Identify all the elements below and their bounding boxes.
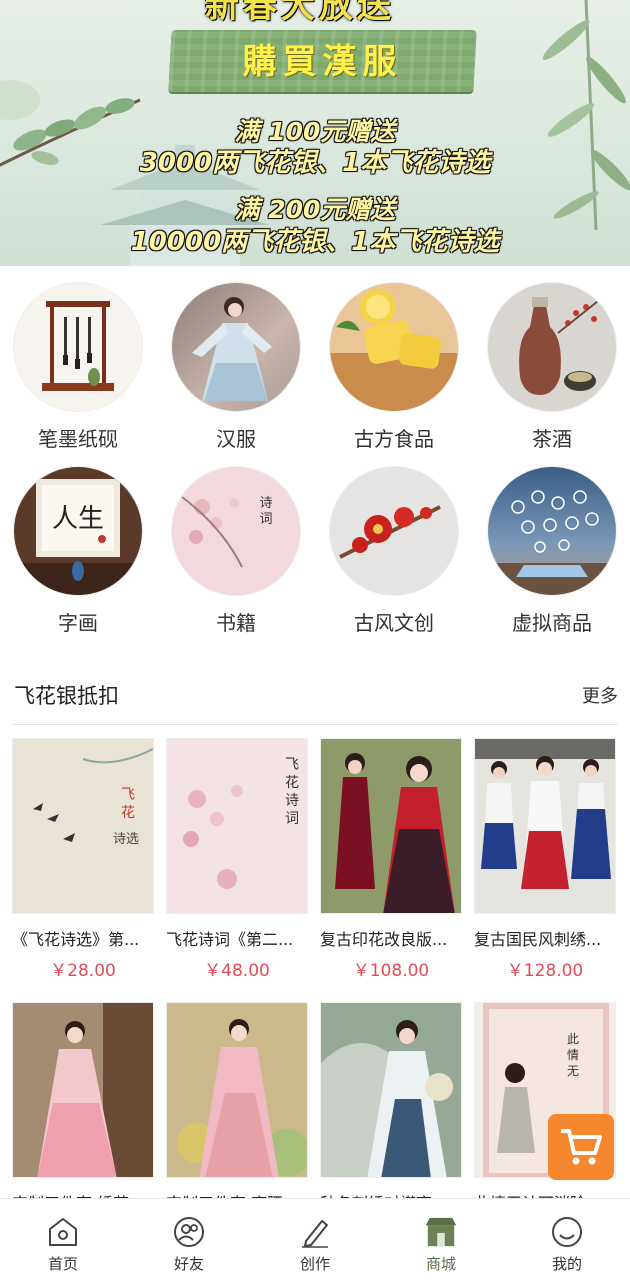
- tab-label: 商城: [425, 1255, 456, 1273]
- product-price: ￥108.00: [352, 961, 430, 981]
- product-card[interactable]: 飞 花 诗 词 飞花诗词《第二... ￥48.00: [166, 738, 308, 981]
- svg-text:诗: 诗: [285, 793, 299, 809]
- svg-text:词: 词: [285, 811, 299, 827]
- category-label: 古风文创: [354, 611, 434, 635]
- shopping-cart-icon: [561, 1129, 602, 1165]
- svg-text:无: 无: [567, 1064, 579, 1078]
- product-image: [474, 738, 616, 914]
- product-price: ￥48.00: [204, 961, 270, 981]
- tab-store[interactable]: 商城: [378, 1199, 504, 1280]
- category-label: 古方食品: [354, 427, 434, 451]
- category-label: 汉服: [216, 427, 256, 451]
- home-icon: [46, 1215, 80, 1249]
- svg-text:诗选: 诗选: [113, 832, 139, 847]
- section-divider: [12, 724, 618, 725]
- product-image: [320, 1002, 462, 1178]
- product-card[interactable]: 复古印花改良版... ￥108.00: [320, 738, 462, 981]
- product-name: 《飞花诗选》第...: [12, 930, 140, 949]
- tea-wine-photo: [488, 283, 616, 411]
- brush-rack-photo: [14, 283, 142, 411]
- product-image: [12, 1002, 154, 1178]
- svg-text:此: 此: [567, 1032, 579, 1046]
- category-crafts[interactable]: 古风文创: [329, 467, 459, 636]
- tab-home[interactable]: 首页: [0, 1199, 126, 1280]
- product-image: 飞 花 诗 词: [166, 738, 308, 914]
- product-card[interactable]: 复古国民风刺绣... ￥128.00: [474, 738, 616, 981]
- banner-top-title: 新春大放送: [205, 0, 395, 26]
- tab-create[interactable]: 创作: [252, 1199, 378, 1280]
- tab-label: 我的: [551, 1255, 582, 1273]
- product-image: [166, 1002, 308, 1178]
- svg-text:情: 情: [567, 1048, 579, 1062]
- store-page: 新春大放送 購買漢服 满 100元赠送 3000两飞花银、1本飞花诗选 满 20…: [0, 0, 630, 1280]
- category-label: 书籍: [216, 611, 256, 635]
- promo1-detail: 3000两飞花银、1本飞花诗选: [139, 148, 491, 178]
- tab-label: 创作: [299, 1255, 330, 1273]
- category-label: 虚拟商品: [512, 611, 592, 635]
- product-card[interactable]: 宋制三件套 绣花...: [12, 1002, 154, 1214]
- profile-icon: [550, 1215, 584, 1249]
- banner-plaque-text: 購買漢服: [242, 42, 403, 82]
- svg-text:飞: 飞: [121, 787, 135, 803]
- virtual-goods-photo: [488, 467, 616, 595]
- more-link[interactable]: 更多: [582, 682, 618, 708]
- product-card[interactable]: 此 情 无 此情无计可消除...: [474, 1002, 616, 1214]
- category-food[interactable]: 古方食品: [329, 283, 459, 452]
- store-icon: [424, 1215, 458, 1249]
- category-label: 字画: [58, 611, 98, 635]
- craft-photo: [330, 467, 458, 595]
- product-price: ￥128.00: [506, 961, 584, 981]
- promo2-detail: 10000两飞花银、1本飞花诗选: [130, 227, 500, 257]
- product-image: [320, 738, 462, 914]
- tab-friends[interactable]: 好友: [126, 1199, 252, 1280]
- promo-banner[interactable]: 新春大放送 購買漢服 满 100元赠送 3000两飞花银、1本飞花诗选 满 20…: [0, 0, 630, 266]
- product-card[interactable]: 宋制三件套 齐腰...: [166, 1002, 308, 1214]
- svg-text:诗: 诗: [259, 496, 272, 511]
- product-image: 飞 花 诗选: [12, 738, 154, 914]
- category-label: 茶酒: [532, 427, 572, 451]
- category-calligraphy[interactable]: 人生 字画: [13, 467, 143, 636]
- tab-profile[interactable]: 我的: [504, 1199, 630, 1280]
- product-name: 飞花诗词《第二...: [166, 930, 294, 949]
- bottom-nav: 首页 好友 创作 商城 我的: [0, 1198, 630, 1280]
- tab-label: 首页: [47, 1255, 78, 1273]
- book-photo: 诗 词: [172, 467, 300, 595]
- product-price: ￥28.00: [50, 961, 116, 981]
- category-hanfu[interactable]: 汉服: [171, 283, 301, 452]
- svg-text:人生: 人生: [52, 504, 104, 534]
- category-tea-wine[interactable]: 茶酒: [487, 283, 617, 452]
- category-books[interactable]: 诗 词 书籍: [171, 467, 301, 636]
- cart-button[interactable]: [548, 1114, 614, 1180]
- product-name: 复古国民风刺绣...: [474, 930, 602, 949]
- pastry-photo: [330, 283, 458, 411]
- section-title: 飞花银抵扣: [14, 684, 119, 708]
- pen-icon: [298, 1215, 332, 1249]
- friends-icon: [172, 1215, 206, 1249]
- product-card[interactable]: 飞 花 诗选 《飞花诗选》第... ￥28.00: [12, 738, 154, 981]
- product-card[interactable]: 秋冬刺绣对襟齐...: [320, 1002, 462, 1214]
- hanfu-photo: [172, 283, 300, 411]
- tab-label: 好友: [173, 1255, 204, 1273]
- category-label: 笔墨纸砚: [38, 427, 118, 451]
- svg-text:飞: 飞: [285, 757, 299, 773]
- svg-text:词: 词: [259, 512, 272, 527]
- svg-text:花: 花: [121, 805, 135, 821]
- product-name: 复古印花改良版...: [320, 930, 448, 949]
- calligraphy-photo: 人生: [14, 467, 142, 595]
- category-brush[interactable]: 笔墨纸砚: [13, 283, 143, 452]
- svg-text:花: 花: [285, 775, 299, 791]
- category-virtual[interactable]: 虚拟商品: [487, 467, 617, 636]
